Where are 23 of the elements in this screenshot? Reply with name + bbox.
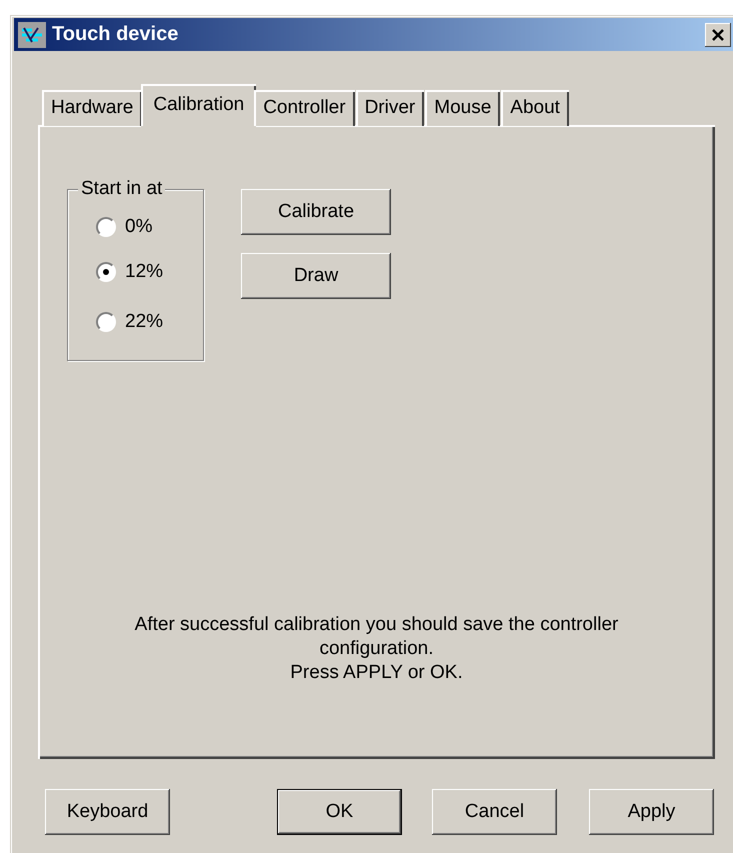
- radio-label[interactable]: 12%: [125, 261, 164, 283]
- window-title: Touch device: [52, 23, 180, 46]
- tab[interactable]: Mouse: [425, 90, 500, 126]
- close-button[interactable]: [705, 22, 731, 46]
- radio-button[interactable]: [96, 312, 116, 332]
- close-icon: [711, 28, 725, 42]
- dialog-button[interactable]: Cancel: [432, 789, 557, 835]
- radio-label[interactable]: 22%: [125, 311, 164, 333]
- app-icon: [18, 22, 46, 48]
- tab[interactable]: Driver: [356, 90, 424, 126]
- radio-label[interactable]: 0%: [125, 216, 152, 238]
- dialog-button[interactable]: OK: [277, 789, 402, 835]
- dialog-button[interactable]: Keyboard: [45, 789, 170, 835]
- tab[interactable]: Hardware: [42, 90, 142, 126]
- tab[interactable]: Calibration: [141, 84, 256, 126]
- calibrate-button[interactable]: Calibrate: [241, 189, 391, 235]
- draw-button[interactable]: Draw: [241, 253, 391, 299]
- calibration-message: After successful calibration you should save the controller configuration. Press APPLY or OK.: [134, 613, 620, 685]
- radio-button[interactable]: [96, 217, 116, 237]
- radio-button[interactable]: [96, 262, 116, 282]
- tab[interactable]: Controller: [254, 90, 355, 126]
- tab[interactable]: About: [501, 90, 569, 126]
- dialog-button[interactable]: Apply: [589, 789, 714, 835]
